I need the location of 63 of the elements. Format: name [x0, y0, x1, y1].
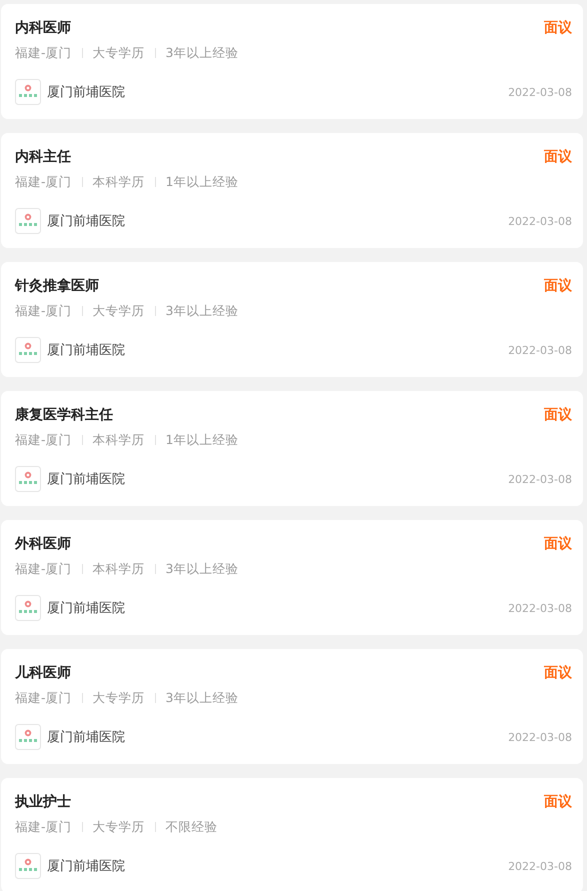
- job-card[interactable]: 外科医师 面议 福建-厦门 本科学历 3年以上经验 厦门前埔医院 2022-03-08: [1, 520, 583, 635]
- job-card[interactable]: 针灸推拿医师 面议 福建-厦门 大专学历 3年以上经验 厦门前埔医院 2022-03-08: [1, 262, 583, 377]
- hospital-name: 厦门前埔医院: [47, 471, 126, 488]
- job-card[interactable]: 儿科医师 面议 福建-厦门 大专学历 3年以上经验 厦门前埔医院 2022-03-08: [1, 649, 583, 764]
- job-title: 康复医学科主任: [15, 406, 113, 424]
- job-card[interactable]: 内科医师 面议 福建-厦门 大专学历 3年以上经验 厦门前埔医院 2022-03-08: [1, 4, 583, 119]
- salary-label: 面议: [544, 535, 572, 553]
- job-tag: 大专学历: [92, 690, 145, 706]
- post-date: 2022-03-08: [508, 344, 572, 356]
- job-tag: 3年以上经验: [166, 560, 238, 578]
- hospital-logo-icon: [15, 208, 41, 234]
- job-tag: 福建-厦门: [15, 44, 72, 62]
- job-tag: 大专学历: [92, 44, 145, 62]
- job-title: 儿科医师: [15, 664, 71, 682]
- job-card[interactable]: 内科主任 面议 福建-厦门 本科学历 1年以上经验 厦门前埔医院 2022-03-08: [1, 133, 583, 248]
- hospital-logo-icon: [15, 853, 41, 879]
- job-title: 外科医师: [15, 535, 71, 553]
- job-tag: 3年以上经验: [166, 690, 238, 706]
- job-tag: 3年以上经验: [166, 302, 238, 320]
- job-card[interactable]: 执业护士 面议 福建-厦门 大专学历 不限经验 厦门前埔医院 2022-03-08: [1, 778, 583, 891]
- job-tag: 1年以上经验: [166, 174, 238, 190]
- job-card[interactable]: 康复医学科主任 面议 福建-厦门 本科学历 1年以上经验 厦门前埔医院 2022-03-08: [1, 391, 583, 506]
- hospital-logo-icon: [15, 724, 41, 750]
- job-tag: 福建-厦门: [15, 560, 72, 578]
- job-tag: 本科学历: [92, 174, 145, 190]
- post-date: 2022-03-08: [508, 86, 572, 98]
- post-date: 2022-03-08: [508, 472, 572, 486]
- hospital-logo-icon: [15, 466, 41, 492]
- post-date: 2022-03-08: [508, 602, 572, 614]
- job-tag: 福建-厦门: [15, 174, 72, 190]
- job-title: 执业护士: [15, 793, 71, 811]
- hospital-name: 厦门前埔医院: [47, 600, 126, 617]
- hospital-logo-icon: [15, 595, 41, 621]
- job-title: 针灸推拿医师: [15, 277, 99, 295]
- salary-label: 面议: [544, 664, 572, 682]
- job-tag: 本科学历: [92, 432, 145, 448]
- job-tag: 大专学历: [92, 818, 145, 836]
- job-tag: 本科学历: [92, 560, 145, 578]
- salary-label: 面议: [544, 19, 572, 37]
- salary-label: 面议: [544, 277, 572, 295]
- post-date: 2022-03-08: [508, 730, 572, 744]
- job-tag: 1年以上经验: [166, 432, 238, 448]
- hospital-name: 厦门前埔医院: [47, 729, 126, 746]
- job-tag: 福建-厦门: [15, 690, 72, 706]
- salary-label: 面议: [544, 406, 572, 424]
- hospital-name: 厦门前埔医院: [47, 858, 126, 875]
- post-date: 2022-03-08: [508, 214, 572, 228]
- hospital-name: 厦门前埔医院: [47, 342, 126, 359]
- hospital-name: 厦门前埔医院: [47, 84, 126, 101]
- job-tag: 3年以上经验: [166, 44, 238, 62]
- job-title: 内科医师: [15, 19, 71, 37]
- job-tag: 不限经验: [166, 818, 218, 836]
- job-tag: 福建-厦门: [15, 302, 72, 320]
- post-date: 2022-03-08: [508, 860, 572, 872]
- job-tag: 大专学历: [92, 302, 145, 320]
- job-tag: 福建-厦门: [15, 818, 72, 836]
- hospital-logo-icon: [15, 79, 41, 105]
- hospital-name: 厦门前埔医院: [47, 213, 126, 230]
- salary-label: 面议: [544, 148, 572, 166]
- job-title: 内科主任: [15, 148, 71, 166]
- hospital-logo-icon: [15, 337, 41, 363]
- salary-label: 面议: [544, 793, 572, 811]
- job-tag: 福建-厦门: [15, 432, 72, 448]
